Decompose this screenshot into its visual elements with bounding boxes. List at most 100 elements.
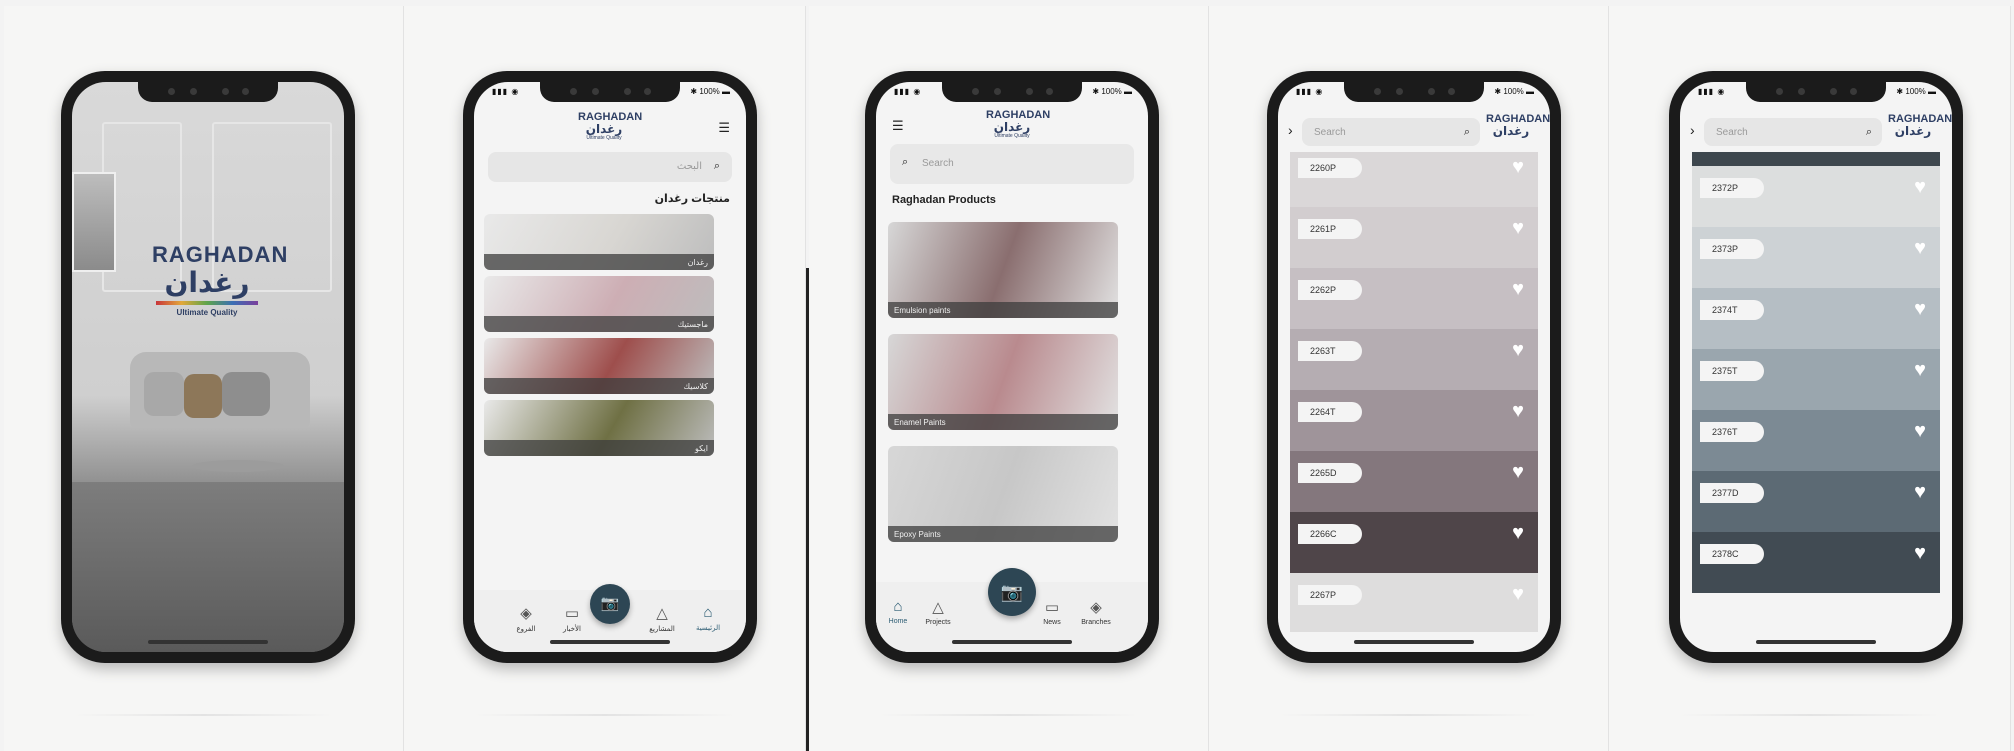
nav-item-branches[interactable]: ◈ Branches	[1074, 598, 1118, 626]
logo-arabic: رغدان	[1894, 124, 1932, 138]
nav-item-branches[interactable]: ◈ الفروع	[504, 604, 548, 633]
heart-icon[interactable]: ♥	[1512, 339, 1524, 362]
swatch-list[interactable]: 2372P ♥ 2373P ♥ 2374T ♥ 2375T ♥ 2376T ♥ 2377D ♥ 2378…	[1692, 166, 1940, 632]
search-placeholder: Search	[1716, 127, 1748, 138]
color-swatch[interactable]: 2263T ♥	[1290, 329, 1538, 390]
nav-item-home[interactable]: ⌂ الرئيسية	[686, 604, 730, 632]
search-input[interactable]: Search ⌕	[1704, 118, 1882, 146]
product-card[interactable]: رغدان	[484, 214, 714, 270]
nav-item-home[interactable]: ⌂ Home	[876, 598, 920, 625]
product-card[interactable]: ايكو	[484, 400, 714, 456]
swatch-code: 2373P	[1700, 239, 1764, 259]
back-chevron-icon[interactable]: ›	[1288, 122, 1293, 138]
color-swatch[interactable]: 2372P ♥	[1692, 166, 1940, 227]
color-swatch[interactable]: 2264T ♥	[1290, 390, 1538, 451]
heart-icon[interactable]: ♥	[1914, 298, 1926, 321]
heart-icon[interactable]: ♥	[1512, 461, 1524, 484]
heart-icon[interactable]: ♥	[1914, 542, 1926, 565]
product-card[interactable]: Epoxy Paints	[888, 446, 1118, 542]
product-label: Epoxy Paints	[888, 526, 1118, 542]
menu-icon[interactable]: ☰	[718, 120, 730, 136]
color-swatch[interactable]: 2373P ♥	[1692, 227, 1940, 288]
search-input[interactable]: ⌕ Search	[890, 144, 1134, 184]
floor-shadow	[879, 714, 1138, 716]
brand-logo: RAGHADAN رغدان Ultimate Quality	[986, 110, 1050, 140]
color-swatch[interactable]: 2265D ♥	[1290, 451, 1538, 512]
cushion	[144, 372, 184, 416]
product-card[interactable]: ماجستيك	[484, 276, 714, 332]
color-swatch[interactable]: 2374T ♥	[1692, 288, 1940, 349]
product-label: ايكو	[484, 440, 714, 456]
heart-icon[interactable]: ♥	[1914, 420, 1926, 443]
branches-icon: ◈	[520, 605, 532, 622]
heart-icon[interactable]: ♥	[1914, 176, 1926, 199]
swatch-top-strip	[1692, 152, 1940, 166]
heart-icon[interactable]: ♥	[1512, 278, 1524, 301]
color-swatch[interactable]: 2260P ♥	[1290, 152, 1538, 207]
divider	[806, 268, 809, 751]
color-swatch[interactable]: 2262P ♥	[1290, 268, 1538, 329]
color-swatch[interactable]: 2375T ♥	[1692, 349, 1940, 410]
product-card[interactable]: Emulsion paints	[888, 222, 1118, 318]
battery-icon: ✱ 100% ▬	[1494, 87, 1534, 96]
signal-icon: ▮▮▮ ◉	[1698, 87, 1726, 96]
phone-home-ar: ▮▮▮ ◉ ✱ 100% ▬ RAGHADAN رغدان Ultimate Qu…	[463, 71, 757, 663]
nav-label: Projects	[925, 619, 951, 626]
projects-icon: △	[932, 599, 944, 616]
nav-label: News	[1043, 619, 1061, 626]
nav-item-news[interactable]: ▭ الأخبار	[550, 604, 594, 633]
palette-screen-a: ▮▮▮ ◉ ✱ 100% ▬ › Search ⌕ RAGHADAN رغدان …	[1278, 82, 1550, 652]
heart-icon[interactable]: ♥	[1914, 359, 1926, 382]
heart-icon[interactable]: ♥	[1914, 481, 1926, 504]
logo-wordmark: RAGHADAN	[152, 242, 289, 267]
notch	[138, 82, 278, 102]
home-icon: ⌂	[893, 598, 903, 615]
search-icon: ⌕	[1865, 126, 1872, 138]
search-input[interactable]: البحث ⌕	[488, 152, 732, 182]
heart-icon[interactable]: ♥	[1512, 217, 1524, 240]
nav-item-projects[interactable]: △ Projects	[916, 598, 960, 626]
news-icon: ▭	[564, 605, 580, 622]
color-swatch[interactable]: 2266C ♥	[1290, 512, 1538, 573]
swatch-code: 2376T	[1700, 422, 1764, 442]
heart-icon[interactable]: ♥	[1512, 400, 1524, 423]
product-label: كلاسيك	[484, 378, 714, 394]
camera-button[interactable]: 📷	[590, 584, 630, 624]
phone-splash: RAGHADAN رغدان Ultimate Quality	[61, 71, 355, 663]
palette-screen-b: ▮▮▮ ◉ ✱ 100% ▬ › Search ⌕ RAGHADAN رغدان …	[1680, 82, 1952, 652]
swatch-code: 2374T	[1700, 300, 1764, 320]
back-chevron-icon[interactable]: ›	[1690, 122, 1695, 138]
floor-shadow	[1679, 714, 1940, 716]
color-swatch[interactable]: 2261P ♥	[1290, 207, 1538, 268]
color-swatch[interactable]: 2378C ♥	[1692, 532, 1940, 593]
news-icon: ▭	[1044, 599, 1060, 616]
signal-icon: ▮▮▮ ◉	[492, 87, 520, 96]
nav-item-projects[interactable]: △ المشاريع	[640, 604, 684, 633]
color-swatch[interactable]: 2377D ♥	[1692, 471, 1940, 532]
menu-icon[interactable]: ☰	[892, 118, 904, 134]
product-label: Emulsion paints	[888, 302, 1118, 318]
nav-label: Branches	[1081, 619, 1111, 626]
search-placeholder: Search	[1314, 127, 1346, 138]
splash-screen: RAGHADAN رغدان Ultimate Quality	[72, 82, 344, 652]
phone-palette-b: ▮▮▮ ◉ ✱ 100% ▬ › Search ⌕ RAGHADAN رغدان …	[1669, 71, 1963, 663]
swatch-code: 2267P	[1298, 585, 1362, 605]
heart-icon[interactable]: ♥	[1512, 156, 1524, 179]
nav-item-news[interactable]: ▭ News	[1030, 598, 1074, 626]
camera-button[interactable]: 📷	[988, 568, 1036, 616]
heart-icon[interactable]: ♥	[1512, 583, 1524, 606]
search-icon: ⌕	[1463, 126, 1470, 138]
swatch-code: 2372P	[1700, 178, 1764, 198]
heart-icon[interactable]: ♥	[1914, 237, 1926, 260]
product-card[interactable]: Enamel Paints	[888, 334, 1118, 430]
battery-icon: ✱ 100% ▬	[1092, 87, 1132, 96]
color-swatch[interactable]: 2267P ♥	[1290, 573, 1538, 632]
color-swatch[interactable]: 2376T ♥	[1692, 410, 1940, 471]
product-card[interactable]: كلاسيك	[484, 338, 714, 394]
heart-icon[interactable]: ♥	[1512, 522, 1524, 545]
section-title: منتجات رغدان	[654, 193, 730, 205]
search-input[interactable]: Search ⌕	[1302, 118, 1480, 146]
floor	[72, 482, 344, 652]
swatch-list[interactable]: 2260P ♥ 2261P ♥ 2262P ♥ 2263T ♥ 2264T ♥ 2265D ♥ 2266…	[1290, 152, 1538, 632]
swatch-code: 2375T	[1700, 361, 1764, 381]
